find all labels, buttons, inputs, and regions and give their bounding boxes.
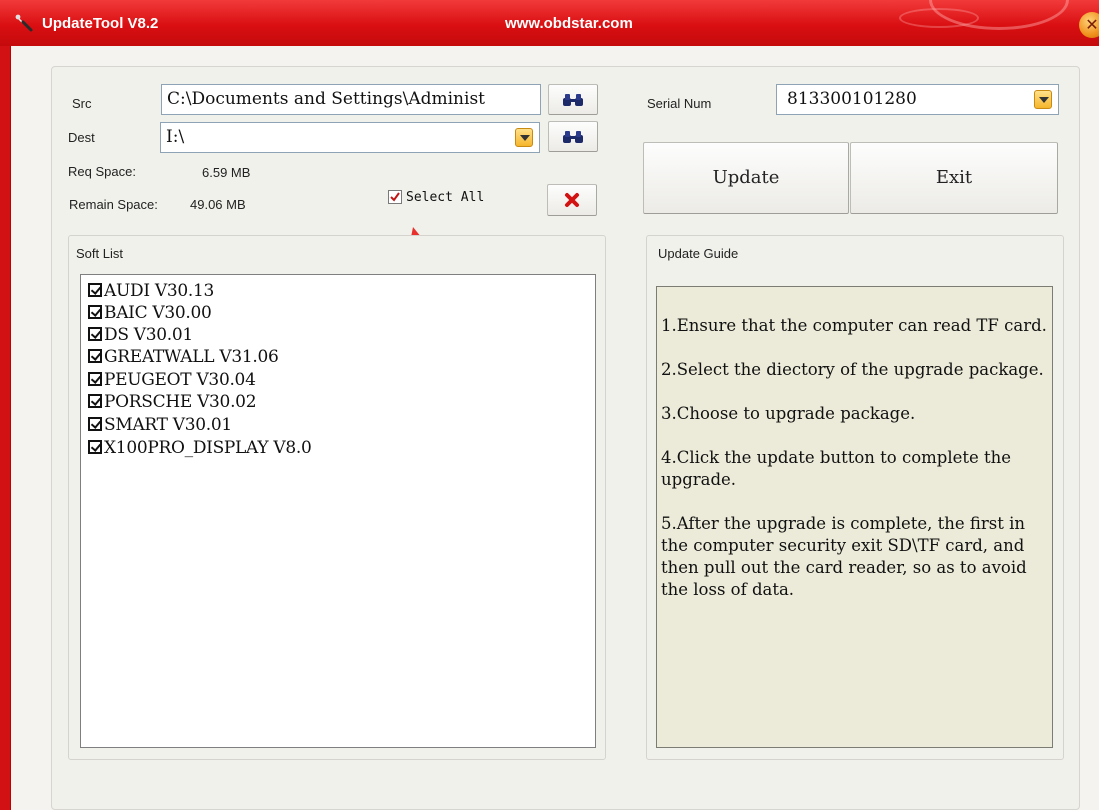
checkbox-icon[interactable] xyxy=(88,440,102,454)
guide-step: 2.Select the diectory of the upgrade pac… xyxy=(661,360,1044,379)
list-item[interactable]: GREATWALL V31.06 xyxy=(88,347,279,369)
delete-button[interactable] xyxy=(547,184,597,216)
list-item[interactable]: PEUGEOT V30.04 xyxy=(88,370,256,392)
guide-step: 1.Ensure that the computer can read TF c… xyxy=(661,316,1047,335)
browse-dest-button[interactable] xyxy=(548,121,598,152)
select-all-label[interactable]: Select All xyxy=(406,190,484,205)
remain-space-label: Remain Space: xyxy=(69,197,158,212)
update-guide-title: Update Guide xyxy=(658,246,739,261)
checkbox-icon[interactable] xyxy=(88,394,102,408)
titlebar-decoration xyxy=(899,8,979,28)
guide-step: 5.After the upgrade is complete, the fir… xyxy=(661,514,1027,599)
close-icon[interactable]: ✕ xyxy=(1079,12,1099,38)
remain-space-value: 49.06 MB xyxy=(190,197,246,212)
chevron-down-icon[interactable] xyxy=(1034,90,1052,109)
title-bar: UpdateTool V8.2 www.obdstar.com ✕ xyxy=(0,0,1099,46)
checkmark-icon xyxy=(390,192,400,202)
dest-label: Dest xyxy=(68,130,95,145)
update-button[interactable]: Update xyxy=(643,142,849,214)
window-border xyxy=(0,46,10,810)
checkbox-icon[interactable] xyxy=(88,283,102,297)
serial-num-label: Serial Num xyxy=(647,96,712,111)
guide-step: 3.Choose to upgrade package. xyxy=(661,404,916,423)
checkbox-icon[interactable] xyxy=(88,305,102,319)
list-item[interactable]: AUDI V30.13 xyxy=(88,281,214,303)
req-space-value: 6.59 MB xyxy=(202,165,251,180)
checkbox-icon[interactable] xyxy=(88,417,102,431)
list-item[interactable]: PORSCHE V30.02 xyxy=(88,392,257,414)
src-label: Src xyxy=(72,96,92,111)
select-all-checkbox[interactable] xyxy=(388,190,402,204)
req-space-label: Req Space: xyxy=(68,164,136,179)
site-url: www.obdstar.com xyxy=(505,15,633,32)
dest-dropdown[interactable]: I:\ xyxy=(160,122,540,153)
exit-button[interactable]: Exit xyxy=(850,142,1058,214)
checkbox-icon[interactable] xyxy=(88,327,102,341)
soft-list-title: Soft List xyxy=(76,246,123,261)
src-path-field[interactable]: C:\Documents and Settings\Administ xyxy=(161,84,541,115)
binoculars-icon xyxy=(563,93,583,106)
chevron-down-icon[interactable] xyxy=(515,128,533,147)
binoculars-icon xyxy=(563,130,583,143)
list-item[interactable]: BAIC V30.00 xyxy=(88,303,212,325)
list-item[interactable]: DS V30.01 xyxy=(88,325,193,347)
list-item[interactable]: X100PRO_DISPLAY V8.0 xyxy=(88,438,312,460)
list-item[interactable]: SMART V30.01 xyxy=(88,415,232,437)
update-guide-text: 1.Ensure that the computer can read TF c… xyxy=(656,286,1053,748)
browse-src-button[interactable] xyxy=(548,84,598,115)
checkbox-icon[interactable] xyxy=(88,349,102,363)
guide-step: 4.Click the update button to complete th… xyxy=(661,448,1012,489)
serial-num-dropdown[interactable]: 813300101280 xyxy=(776,84,1059,115)
checkbox-icon[interactable] xyxy=(88,372,102,386)
window-title: UpdateTool V8.2 xyxy=(42,15,159,32)
red-x-icon xyxy=(565,193,579,207)
soft-list[interactable]: AUDI V30.13 BAIC V30.00 DS V30.01 GREATW… xyxy=(80,274,596,748)
wrench-icon xyxy=(15,14,33,32)
